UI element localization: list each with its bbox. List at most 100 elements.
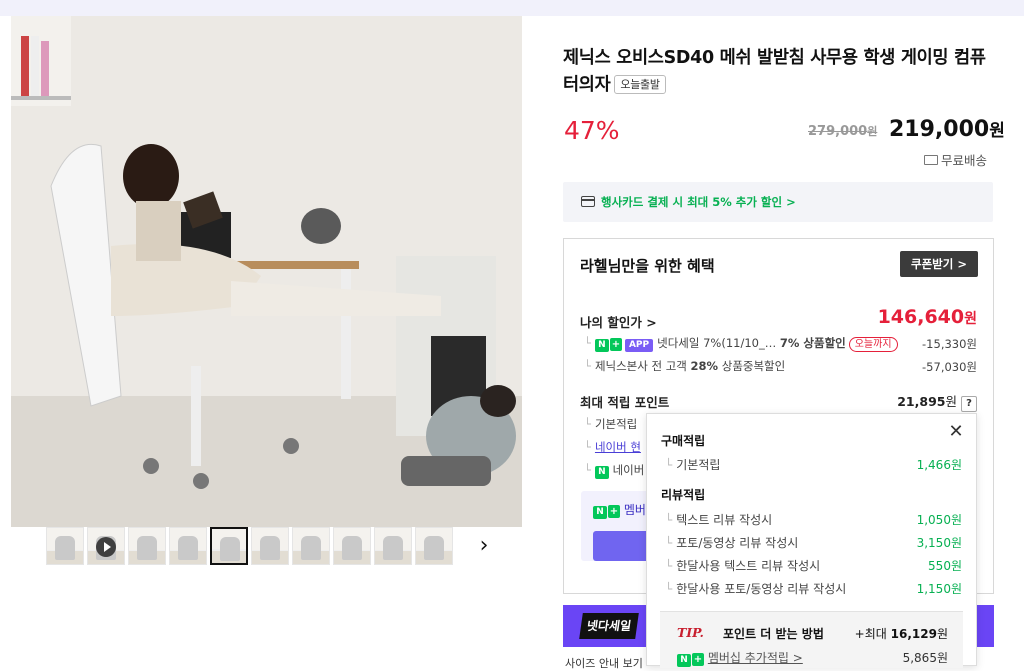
tip-value-prefix: +최대 — [854, 627, 887, 641]
review-item-value: 3,150원 — [916, 536, 962, 550]
chair-icon — [137, 536, 157, 560]
shipping-label: 무료배송 — [941, 153, 988, 168]
original-price-value: 279,000 — [808, 124, 868, 139]
review-item-text: 한달사용 포토/동영상 리뷰 작성시 — [676, 582, 847, 596]
purchase-item-text: 기본적립 — [676, 458, 721, 472]
bottom-link[interactable]: 사이즈 안내 보기 — [565, 655, 643, 671]
discount-rate: 47% — [564, 116, 620, 145]
thumbnail[interactable] — [87, 527, 125, 565]
membership-extra-link[interactable]: N + 멤버십 추가적립 > — [677, 649, 803, 667]
card-promo-text: 행사카드 결제 시 최대 5% 추가 할인 > — [601, 195, 796, 209]
review-item-value: 1,050원 — [916, 513, 962, 527]
purchase-item-label: └ 기본적립 — [665, 456, 720, 473]
naver-n-icon: N — [594, 339, 609, 352]
my-discount-unit: 원 — [964, 311, 977, 327]
naver-n-icon: N — [677, 654, 691, 667]
chair-icon — [342, 536, 362, 560]
thumbnail[interactable] — [292, 527, 330, 565]
thumbnail[interactable] — [415, 527, 453, 565]
hidden-row-naver[interactable]: └ 네이버 현 — [584, 439, 641, 455]
close-icon[interactable]: ✕ — [948, 423, 964, 441]
review-item-text: 텍스트 리뷰 작성시 — [676, 513, 773, 527]
membership-extra-value: 5,865원 — [902, 651, 948, 665]
indent-mark: └ — [665, 513, 673, 527]
hidden-row-basic: └ 기본적립 — [584, 416, 637, 432]
review-item-label: └ 포토/동영상 리뷰 작성시 — [665, 534, 798, 551]
purchase-points-title: 구매적립 — [661, 434, 706, 448]
sale-discount-text: 7% 상품할인 — [779, 336, 846, 350]
hidden-row-naver2-text: 네이버 — [612, 463, 645, 477]
sale-price: 219,000원 — [889, 116, 1005, 142]
today-shipping-badge: 오늘출발 — [614, 75, 666, 94]
points-popup: ✕ 구매적립 └ 기본적립 1,466원 리뷰적립 └ 텍스트 리뷰 작성시 1,05… — [646, 413, 977, 668]
review-points-title: 리뷰적립 — [661, 488, 706, 502]
thumbnail[interactable] — [374, 527, 412, 565]
plus-icon: + — [608, 505, 620, 518]
thumbnail[interactable] — [210, 527, 248, 565]
sale-logo: 넷다세일 — [579, 613, 639, 639]
sale-event-text: 넷다세일 7%(11/10_… — [657, 336, 777, 350]
my-discount-value: 146,640 — [877, 306, 965, 328]
help-icon[interactable]: ? — [961, 396, 977, 412]
shipping-info: 무료배송 — [924, 150, 987, 169]
thumbnail[interactable] — [128, 527, 166, 565]
card-promo-banner[interactable]: 행사카드 결제 시 최대 5% 추가 할인 > — [563, 182, 993, 222]
tip-value: +최대 16,129원 — [855, 625, 948, 642]
until-today-badge: 오늘까지 — [848, 337, 898, 352]
app-badge: APP — [624, 339, 654, 352]
review-item-label: └ 한달사용 포토/동영상 리뷰 작성시 — [665, 580, 846, 597]
thumbnail[interactable] — [333, 527, 371, 565]
brand-discount-text: 제닉스본사 전 고객 — [594, 359, 687, 373]
max-point-value: 21,895원? — [897, 391, 977, 412]
main-image-illustration — [11, 16, 522, 527]
membership-text: N + 멤버 — [593, 501, 646, 519]
naver-n-icon: N — [593, 506, 607, 519]
membership-button[interactable] — [593, 531, 653, 561]
chair-icon — [178, 536, 198, 560]
brand-discount-suffix: 상품중복할인 — [721, 359, 786, 373]
chair-icon — [260, 536, 280, 560]
purchase-item-value: 1,466원 — [916, 458, 962, 472]
thumbnail[interactable] — [251, 527, 289, 565]
original-price-unit: 원 — [867, 125, 878, 138]
review-item-value: 550원 — [928, 559, 962, 573]
play-icon[interactable] — [96, 537, 116, 557]
tip-text: 포인트 더 받는 방법 — [723, 627, 824, 641]
sale-discount-amount: -15,330원 — [922, 337, 977, 351]
chair-icon — [424, 536, 444, 560]
discount-row-brand: └ 제닉스본사 전 고객 28% 상품중복할인 — [584, 358, 785, 374]
indent-mark: └ — [665, 458, 673, 472]
indent-mark: └ — [584, 440, 591, 454]
brand-discount-amount: -57,030원 — [922, 360, 977, 374]
chevron-right-icon[interactable]: › — [474, 534, 494, 558]
chair-icon — [55, 536, 75, 560]
hidden-row-basic-text: 기본적립 — [594, 417, 638, 431]
main-product-image — [11, 16, 522, 527]
thumbnail[interactable] — [169, 527, 207, 565]
thumbnail-strip — [46, 527, 453, 567]
my-discount-link[interactable]: 나의 할인가 > — [580, 312, 657, 331]
benefit-title: 라헬님만을 위한 혜택 — [580, 257, 715, 275]
thumbnail[interactable] — [46, 527, 84, 565]
chair-icon — [220, 537, 240, 561]
max-point-label: 최대 적립 포인트 — [580, 395, 670, 410]
indent-mark: └ — [584, 417, 591, 431]
indent-mark: └ — [584, 336, 591, 350]
product-gallery — [11, 16, 523, 666]
plus-icon: + — [609, 338, 622, 351]
membership-extra-text: 멤버십 추가적립 > — [707, 651, 803, 665]
indent-mark: └ — [665, 582, 673, 596]
sale-price-value: 219,000 — [889, 117, 990, 142]
plus-icon: + — [692, 653, 704, 666]
review-item-label: └ 한달사용 텍스트 리뷰 작성시 — [665, 557, 820, 574]
review-item-value: 1,150원 — [916, 582, 962, 596]
brand-discount-rate: 28% — [690, 359, 719, 373]
indent-mark: └ — [584, 359, 591, 373]
hidden-row-naver-text: 네이버 현 — [594, 440, 641, 454]
indent-mark: └ — [665, 536, 673, 550]
original-price: 279,000원 — [808, 123, 877, 139]
indent-mark: └ — [584, 463, 591, 477]
sale-price-unit: 원 — [989, 121, 1005, 141]
coupon-button[interactable]: 쿠폰받기 > — [900, 251, 978, 277]
membership-label: 멤버 — [623, 503, 646, 517]
